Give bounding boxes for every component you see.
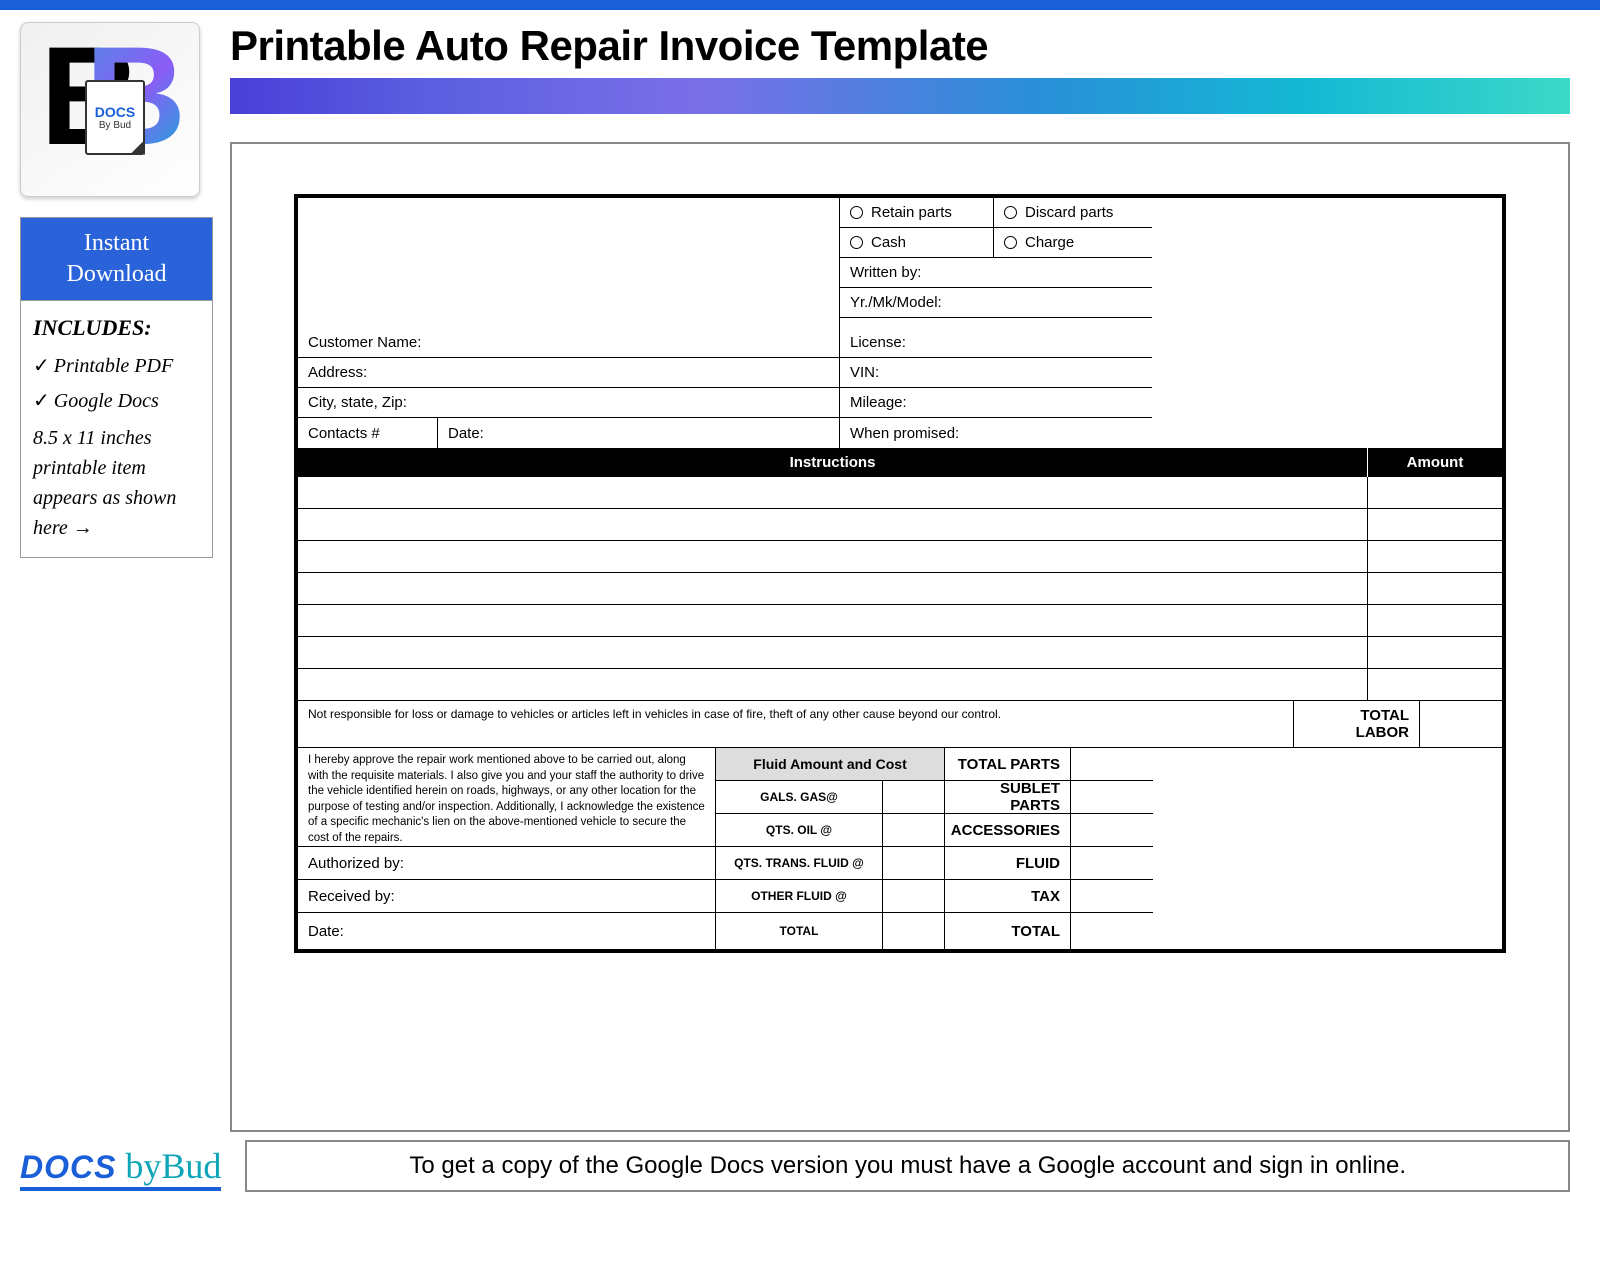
fluid-gas-value [883, 781, 945, 814]
fluid-oil-label: QTS. OIL @ [716, 814, 883, 847]
disclaimer-text: Not responsible for loss or damage to ve… [298, 701, 1294, 748]
instruction-line [298, 477, 1502, 509]
radio-icon [850, 206, 863, 219]
instant-download-badge: Instant Download [20, 217, 213, 300]
includes-box: INCLUDES: ✓Printable PDF ✓Google Docs 8.… [20, 300, 213, 558]
field-mileage: Mileage: [840, 388, 1152, 418]
includes-item-gdocs: ✓Google Docs [33, 388, 200, 413]
fluid-total-row-value [883, 913, 945, 949]
field-received-by: Received by: [298, 880, 716, 913]
sidebar: B B DOCS By Bud Instant Download INCLUDE… [20, 22, 215, 1132]
header-instructions: Instructions [298, 448, 1367, 477]
option-cash: Cash [840, 228, 994, 258]
logo-doc-icon: DOCS By Bud [85, 80, 145, 155]
instant-line2: Download [21, 259, 212, 290]
option-discard: Discard parts [994, 198, 1152, 228]
fluid-trans-label: QTS. TRANS. FLUID @ [716, 847, 883, 880]
fluid-other-label: OTHER FLUID @ [716, 880, 883, 913]
includes-item-pdf: ✓Printable PDF [33, 353, 200, 378]
radio-icon [850, 236, 863, 249]
footer-logo: DOCS byBud [20, 1145, 221, 1187]
fluid-total-value [1071, 847, 1153, 880]
accessories-value [1071, 814, 1153, 847]
content-area: Printable Auto Repair Invoice Template R… [215, 22, 1600, 1132]
footer-note: To get a copy of the Google Docs version… [245, 1140, 1570, 1192]
shop-info-area [298, 198, 840, 328]
field-vin: VIN: [840, 358, 1152, 388]
instruction-line [298, 573, 1502, 605]
check-icon: ✓ [33, 355, 50, 377]
page-title: Printable Auto Repair Invoice Template [230, 22, 1570, 70]
instant-line1: Instant [21, 228, 212, 259]
fluid-trans-value [883, 847, 945, 880]
approval-text: I hereby approve the repair work mention… [298, 748, 716, 847]
field-yr-mk-model: Yr./Mk/Model: [840, 288, 1152, 318]
field-contacts: Contacts # [298, 418, 438, 448]
instruction-line [298, 637, 1502, 669]
field-customer-name: Customer Name: [298, 328, 840, 358]
footer: DOCS byBud To get a copy of the Google D… [0, 1132, 1600, 1192]
option-charge: Charge [994, 228, 1152, 258]
fluid-gas-label: GALS. GAS@ [716, 781, 883, 814]
total-labor-value [1420, 701, 1502, 748]
total-parts-label: TOTAL PARTS [945, 748, 1071, 781]
instruction-line [298, 509, 1502, 541]
footer-logo-bybud: byBud [125, 1146, 221, 1186]
total-parts-value [1071, 748, 1153, 781]
field-authorized-by: Authorized by: [298, 847, 716, 880]
includes-note: 8.5 x 11 inches printable item appears a… [33, 423, 200, 543]
footer-logo-docs: DOCS [20, 1149, 116, 1185]
header-amount: Amount [1367, 448, 1502, 477]
field-address: Address: [298, 358, 840, 388]
field-when-promised: When promised: [840, 418, 1152, 448]
instruction-line [298, 605, 1502, 637]
instruction-line [298, 541, 1502, 573]
radio-icon [1004, 206, 1017, 219]
fluid-oil-value [883, 814, 945, 847]
radio-icon [1004, 236, 1017, 249]
field-city-state-zip: City, state, Zip: [298, 388, 840, 418]
gradient-bar [230, 78, 1570, 114]
tax-label: TAX [945, 880, 1071, 913]
document-preview: Retain parts Discard parts Cash Charge W… [230, 142, 1570, 1132]
check-icon: ✓ [33, 390, 50, 412]
field-written-by: Written by: [840, 258, 1152, 288]
top-accent-bar [0, 0, 1600, 10]
total-labor-label: TOTAL LABOR [1294, 701, 1420, 748]
field-license: License: [840, 328, 1152, 358]
section-header: Instructions Amount [298, 448, 1502, 477]
logo-bybud-text: By Bud [99, 120, 131, 131]
logo-docs-text: DOCS [95, 104, 135, 120]
field-date-top: Date: [438, 418, 840, 448]
sublet-parts-value [1071, 781, 1153, 814]
invoice-table: Retain parts Discard parts Cash Charge W… [294, 194, 1506, 953]
fluid-total-label: FLUID [945, 847, 1071, 880]
field-date-bottom: Date: [298, 913, 716, 949]
fluid-total-row-label: TOTAL [716, 913, 883, 949]
grand-total-value [1071, 913, 1153, 949]
fluid-other-value [883, 880, 945, 913]
accessories-label: ACCESSORIES [945, 814, 1071, 847]
main-area: B B DOCS By Bud Instant Download INCLUDE… [0, 10, 1600, 1132]
brand-logo: B B DOCS By Bud [20, 22, 200, 197]
instruction-line [298, 669, 1502, 701]
tax-value [1071, 880, 1153, 913]
grand-total-label: TOTAL [945, 913, 1071, 949]
option-retain: Retain parts [840, 198, 994, 228]
sublet-parts-label: SUBLET PARTS [945, 781, 1071, 814]
includes-heading: INCLUDES: [33, 315, 200, 341]
fluid-header: Fluid Amount and Cost [716, 748, 945, 781]
